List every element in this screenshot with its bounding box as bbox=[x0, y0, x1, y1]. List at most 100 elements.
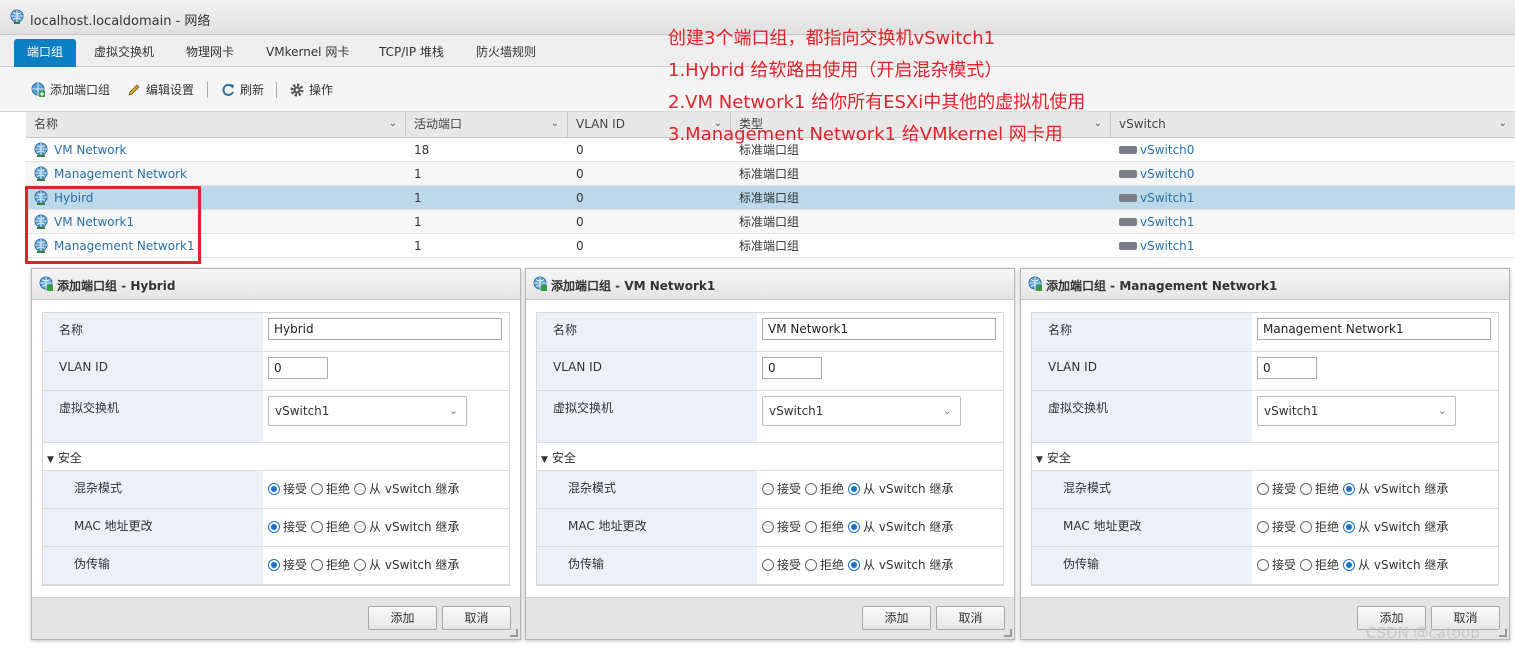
form-row-forged-transmits: 伪传输 接受 拒绝从 vSwitch 继承 bbox=[43, 547, 509, 585]
cell-vswitch[interactable]: vSwitch1 bbox=[1111, 186, 1515, 210]
radio-reject[interactable]: 拒绝 bbox=[1300, 547, 1339, 584]
resize-grip-icon[interactable] bbox=[1004, 629, 1012, 637]
actions-button[interactable]: 操作 bbox=[289, 81, 335, 99]
caret-down-icon[interactable]: ▼ bbox=[541, 455, 548, 465]
radio-inherit[interactable]: 从 vSwitch 继承 bbox=[354, 547, 459, 584]
name-input[interactable]: Hybrid bbox=[268, 318, 502, 340]
cell-vswitch[interactable]: vSwitch0 bbox=[1111, 162, 1515, 186]
form-row-name: 名称 Management Network1 bbox=[1032, 313, 1498, 352]
cell-name[interactable]: VM Network bbox=[46, 138, 406, 162]
radio-inherit[interactable]: 从 vSwitch 继承 bbox=[848, 471, 953, 508]
radio-inherit[interactable]: 从 vSwitch 继承 bbox=[848, 509, 953, 546]
name-input[interactable]: VM Network1 bbox=[762, 318, 996, 340]
dialog-header: 添加端口组 - Management Network1 bbox=[1021, 269, 1509, 300]
vswitch-icon bbox=[1119, 145, 1137, 154]
radio-accept[interactable]: 接受 bbox=[268, 471, 307, 508]
window-title: localhost.localdomain - 网络 bbox=[30, 14, 211, 29]
table-row[interactable]: Management Network 1 0 标准端口组 vSwitch0 bbox=[26, 162, 1515, 186]
radio-inherit[interactable]: 从 vSwitch 继承 bbox=[354, 509, 459, 546]
cell-name[interactable]: VM Network1 bbox=[46, 210, 406, 234]
radio-unchecked-icon bbox=[354, 520, 367, 533]
radio-unchecked-icon bbox=[1257, 520, 1269, 533]
radio-checked-icon bbox=[1343, 558, 1356, 571]
cancel-button[interactable]: 取消 bbox=[936, 606, 1005, 630]
radio-accept[interactable]: 接受 bbox=[762, 547, 801, 584]
radio-reject[interactable]: 拒绝 bbox=[311, 471, 350, 508]
table-row[interactable]: Hybird 1 0 标准端口组 vSwitch1 bbox=[26, 186, 1515, 210]
column-header-name[interactable]: 名称 ⌄ bbox=[26, 112, 406, 138]
label-mac-address-changes: MAC 地址更改 bbox=[1032, 509, 1252, 546]
tab-firewall-rules[interactable]: 防火墙规则 bbox=[466, 39, 546, 67]
column-header-active-ports[interactable]: 活动端口 ⌄ bbox=[406, 112, 568, 138]
radio-accept[interactable]: 接受 bbox=[268, 547, 307, 584]
radio-accept[interactable]: 接受 bbox=[1257, 471, 1296, 508]
vlan-id-input[interactable]: 0 bbox=[762, 357, 822, 379]
vswitch-select[interactable]: vSwitch1 ⌄ bbox=[1257, 396, 1456, 426]
radio-accept[interactable]: 接受 bbox=[268, 509, 307, 546]
label-security[interactable]: ▼ 安全 bbox=[1032, 443, 1252, 470]
column-header-vswitch[interactable]: vSwitch ⌄ bbox=[1111, 112, 1515, 138]
label-mac-address-changes: MAC 地址更改 bbox=[537, 509, 757, 546]
radio-inherit[interactable]: 从 vSwitch 继承 bbox=[354, 471, 459, 508]
refresh-button[interactable]: 刷新 bbox=[220, 81, 268, 99]
vlan-id-input[interactable]: 0 bbox=[268, 357, 328, 379]
resize-grip-icon[interactable] bbox=[510, 629, 518, 637]
vswitch-icon bbox=[1119, 217, 1137, 226]
radio-accept[interactable]: 接受 bbox=[762, 471, 801, 508]
form-row-vlan-id: VLAN ID 0 bbox=[1032, 352, 1498, 391]
label-security[interactable]: ▼ 安全 bbox=[43, 443, 263, 470]
vswitch-select[interactable]: vSwitch1 ⌄ bbox=[762, 396, 961, 426]
radio-checked-icon bbox=[848, 482, 861, 495]
cell-name[interactable]: Management Network bbox=[46, 162, 406, 186]
edit-settings-button[interactable]: 编辑设置 bbox=[126, 81, 198, 99]
tab-virtual-switches[interactable]: 虚拟交换机 bbox=[84, 39, 164, 67]
caret-down-icon[interactable]: ▼ bbox=[1036, 455, 1043, 465]
tab-vmkernel-nics[interactable]: VMkernel 网卡 bbox=[256, 39, 359, 67]
dialog-form: 名称 Hybrid VLAN ID 0 虚拟交换机 vSwitch1 ⌄ ▼ 安全 混杂模式 接受拒… bbox=[42, 312, 510, 586]
vswitch-select[interactable]: vSwitch1 ⌄ bbox=[268, 396, 467, 426]
cell-name[interactable]: Management Network1 bbox=[46, 234, 406, 258]
cell-vswitch[interactable]: vSwitch0 bbox=[1111, 138, 1515, 162]
radio-inherit[interactable]: 从 vSwitch 继承 bbox=[1343, 509, 1448, 546]
label-name: 名称 bbox=[43, 313, 263, 351]
form-row-forged-transmits: 伪传输 接受 拒绝从 vSwitch 继承 bbox=[537, 547, 1003, 585]
add-port-group-button[interactable]: 添加端口组 bbox=[30, 81, 114, 99]
radio-accept[interactable]: 接受 bbox=[1257, 547, 1296, 584]
table-row[interactable]: Management Network1 1 0 标准端口组 vSwitch1 bbox=[26, 234, 1515, 258]
cell-active-ports: 1 bbox=[414, 215, 422, 229]
dialog-form: 名称 VM Network1 VLAN ID 0 虚拟交换机 vSwitch1 ⌄ ▼ 安全 混杂… bbox=[536, 312, 1004, 586]
tab-tcpip-stacks[interactable]: TCP/IP 堆栈 bbox=[369, 39, 454, 67]
cell-vswitch[interactable]: vSwitch1 bbox=[1111, 234, 1515, 258]
add-button[interactable]: 添加 bbox=[368, 606, 437, 630]
radio-accept[interactable]: 接受 bbox=[762, 509, 801, 546]
table-row[interactable]: VM Network1 1 0 标准端口组 vSwitch1 bbox=[26, 210, 1515, 234]
radio-reject[interactable]: 拒绝 bbox=[805, 547, 844, 584]
label-security[interactable]: ▼ 安全 bbox=[537, 443, 757, 470]
resize-grip-icon[interactable] bbox=[1499, 629, 1507, 637]
radio-inherit[interactable]: 从 vSwitch 继承 bbox=[1343, 547, 1448, 584]
cell-vswitch[interactable]: vSwitch1 bbox=[1111, 210, 1515, 234]
chevron-down-icon: ⌄ bbox=[942, 404, 952, 417]
radio-inherit[interactable]: 从 vSwitch 继承 bbox=[848, 547, 953, 584]
radio-reject[interactable]: 拒绝 bbox=[1300, 471, 1339, 508]
radio-reject[interactable]: 拒绝 bbox=[805, 471, 844, 508]
vlan-id-input[interactable]: 0 bbox=[1257, 357, 1317, 379]
add-button[interactable]: 添加 bbox=[862, 606, 931, 630]
vswitch-icon bbox=[1119, 241, 1137, 250]
caret-down-icon[interactable]: ▼ bbox=[47, 455, 54, 465]
radio-reject[interactable]: 拒绝 bbox=[311, 509, 350, 546]
radio-reject[interactable]: 拒绝 bbox=[1300, 509, 1339, 546]
radio-accept[interactable]: 接受 bbox=[1257, 509, 1296, 546]
label-promiscuous-mode: 混杂模式 bbox=[537, 471, 757, 508]
radio-inherit[interactable]: 从 vSwitch 继承 bbox=[1343, 471, 1448, 508]
radio-reject[interactable]: 拒绝 bbox=[311, 547, 350, 584]
label-vlan-id: VLAN ID bbox=[1032, 352, 1252, 390]
name-input[interactable]: Management Network1 bbox=[1257, 318, 1491, 340]
dialog-footer: 添加 取消 bbox=[526, 597, 1014, 639]
tab-port-groups[interactable]: 端口组 bbox=[14, 39, 76, 67]
cancel-button[interactable]: 取消 bbox=[442, 606, 511, 630]
radio-reject[interactable]: 拒绝 bbox=[805, 509, 844, 546]
cell-name[interactable]: Hybird bbox=[46, 186, 406, 210]
tab-physical-nics[interactable]: 物理网卡 bbox=[176, 39, 244, 67]
cell-active-ports: 1 bbox=[414, 167, 422, 181]
